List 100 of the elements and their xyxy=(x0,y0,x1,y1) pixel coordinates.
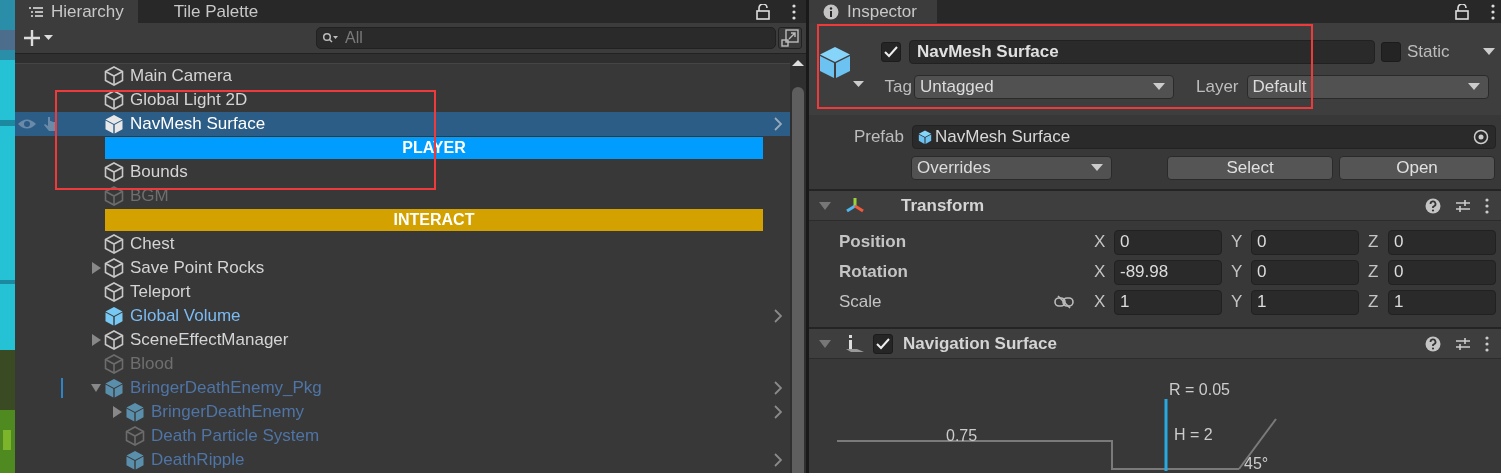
number-field[interactable]: 1 xyxy=(1251,289,1359,315)
number-field[interactable]: 1 xyxy=(1114,289,1222,315)
chevron-right-icon[interactable] xyxy=(774,309,782,323)
axis-label: Z xyxy=(1368,292,1380,312)
number-field[interactable]: 0 xyxy=(1251,229,1359,255)
lock-icon[interactable] xyxy=(756,3,770,20)
height-label: H = 2 xyxy=(1174,426,1213,443)
radius-label: R = 0.05 xyxy=(1169,381,1230,398)
scroll-up-icon[interactable] xyxy=(791,59,805,67)
lock-icon[interactable] xyxy=(1455,3,1469,20)
menu-icon[interactable] xyxy=(1491,3,1495,20)
cube-outline-icon xyxy=(103,65,125,87)
component-checkbox[interactable] xyxy=(873,333,893,354)
hierarchy-item[interactable]: NavMesh Surface xyxy=(15,112,790,136)
name-field[interactable]: NavMesh Surface xyxy=(909,40,1375,64)
prefab-label: Prefab xyxy=(852,127,904,147)
number-field[interactable]: 0 xyxy=(1251,259,1359,285)
prefab-field[interactable]: NavMesh Surface xyxy=(912,125,1496,149)
axis-label: Y xyxy=(1231,292,1244,312)
axis-label: Z xyxy=(1368,232,1380,252)
hierarchy-item[interactable]: Bounds xyxy=(15,160,790,184)
slope-label: 45° xyxy=(1244,455,1269,472)
item-name: Global Light 2D xyxy=(130,90,248,110)
hierarchy-item[interactable]: Teleport xyxy=(15,280,790,304)
search-field[interactable]: All xyxy=(316,27,776,49)
hierarchy-item[interactable]: Main Camera xyxy=(15,64,790,88)
item-name: Chest xyxy=(130,234,175,254)
hierarchy-item[interactable]: Chest xyxy=(15,232,790,256)
static-checkbox[interactable] xyxy=(1381,42,1401,62)
caret-icon[interactable] xyxy=(1483,48,1495,56)
scrollbar[interactable] xyxy=(790,54,806,473)
caret-icon xyxy=(1467,83,1480,91)
number-field[interactable]: 0 xyxy=(1388,229,1496,255)
sliders-icon[interactable] xyxy=(1455,197,1471,214)
number-field[interactable]: 1 xyxy=(1388,289,1496,315)
foldout-icon[interactable] xyxy=(112,406,122,418)
help-icon[interactable] xyxy=(1425,335,1441,352)
foldout-icon[interactable] xyxy=(819,338,831,349)
hierarchy-item[interactable]: Global Light 2D xyxy=(15,88,790,112)
foldout-icon[interactable] xyxy=(91,334,101,346)
axis-label: X xyxy=(1094,262,1107,282)
foldout-icon[interactable] xyxy=(91,262,101,274)
cube-outline-icon xyxy=(103,89,125,111)
cube-icon xyxy=(124,401,146,423)
scene-header-bar: INTERACT xyxy=(105,209,763,231)
number-field[interactable]: 0 xyxy=(1114,229,1222,255)
tag-label: Tag xyxy=(883,77,912,97)
scroll-thumb[interactable] xyxy=(792,87,804,473)
cube-icon xyxy=(103,377,125,399)
tag-dropdown[interactable]: Untagged xyxy=(914,75,1174,99)
axes-icon xyxy=(845,196,865,215)
hierarchy-item[interactable]: SceneEffectManager xyxy=(15,328,790,352)
chevron-right-icon[interactable] xyxy=(774,405,782,419)
active-checkbox[interactable] xyxy=(881,42,901,62)
component-header[interactable]: Transform xyxy=(809,189,1501,221)
chevron-right-icon[interactable] xyxy=(774,381,782,395)
item-name: NavMesh Surface xyxy=(130,114,266,134)
info-icon xyxy=(823,3,839,20)
foldout-icon[interactable] xyxy=(819,200,831,211)
panel-tab[interactable]: Hierarchy xyxy=(15,0,138,23)
caret-icon xyxy=(1153,83,1165,91)
menu-icon[interactable] xyxy=(1485,335,1489,352)
axis-label: Z xyxy=(1368,262,1380,282)
target-icon[interactable] xyxy=(1473,129,1489,145)
number-field[interactable]: 0 xyxy=(1388,259,1496,285)
layer-dropdown[interactable]: Default xyxy=(1246,75,1489,99)
item-name: BringerDeathEnemy_Pkg xyxy=(130,378,322,398)
prefab-button[interactable]: Open xyxy=(1339,156,1495,180)
component-header[interactable]: Navigation Surface xyxy=(809,327,1501,359)
static-label: Static xyxy=(1407,42,1450,62)
sliders-icon[interactable] xyxy=(1455,335,1471,352)
panel-tab[interactable]: Inspector xyxy=(809,0,937,23)
cube-outline-icon xyxy=(103,353,125,375)
hierarchy-item[interactable]: Save Point Rocks xyxy=(15,256,790,280)
axis-label: X xyxy=(1094,232,1107,252)
layer-label: Layer xyxy=(1196,77,1239,97)
property-label: Rotation xyxy=(839,262,909,282)
chevron-right-icon[interactable] xyxy=(774,453,782,467)
number-field[interactable]: -89.98 xyxy=(1114,259,1222,285)
overrides-dropdown[interactable]: Overrides xyxy=(911,156,1112,180)
cube-outline-icon xyxy=(103,161,125,183)
expand-icon xyxy=(781,29,799,47)
property-label: Position xyxy=(839,232,908,252)
maximize-button[interactable] xyxy=(778,27,802,49)
chevron-right-icon[interactable] xyxy=(774,117,782,131)
prefab-button[interactable]: Select xyxy=(1167,156,1333,180)
item-name: Save Point Rocks xyxy=(130,258,265,278)
link-icon[interactable] xyxy=(1054,295,1074,309)
property-label: Scale xyxy=(839,292,883,312)
help-icon[interactable] xyxy=(1425,197,1441,214)
axis-label: Y xyxy=(1231,232,1244,252)
hierarchy-item[interactable]: Global Volume xyxy=(15,304,790,328)
menu-icon[interactable] xyxy=(792,3,796,20)
foldout-icon[interactable] xyxy=(91,382,101,394)
panel-tab[interactable]: Tile Palette xyxy=(159,0,273,23)
cube-icon xyxy=(124,449,146,471)
item-name: Teleport xyxy=(130,282,191,302)
item-name: SceneEffectManager xyxy=(130,330,289,350)
navmesh-icon xyxy=(845,333,865,354)
menu-icon[interactable] xyxy=(1485,197,1489,214)
